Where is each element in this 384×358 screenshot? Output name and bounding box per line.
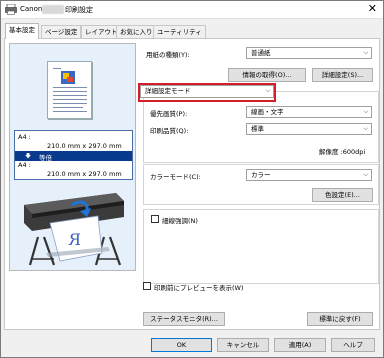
svg-text:R: R [68, 230, 81, 249]
preview-line [53, 99, 87, 100]
page-preview [47, 61, 92, 119]
tab-panel-basic: A4 : 210.0 mm x 297.0 mm 🡇 等倍 A4 : 210.0… [4, 38, 380, 330]
scale-row: 🡇 等倍 [15, 151, 132, 162]
media-type-label: 用紙の種類(Y): [146, 51, 190, 59]
media-type-value: 普通紙 [251, 49, 271, 57]
preview-line [53, 87, 87, 88]
tab-basic-settings[interactable]: 基本設定 [5, 23, 39, 39]
advanced-settings-button[interactable]: 詳細設定(S)... [312, 68, 373, 82]
preview-pane: A4 : 210.0 mm x 297.0 mm 🡇 等倍 A4 : 210.0… [9, 43, 136, 271]
restore-defaults-button[interactable]: 標準に戻す(F) [307, 312, 373, 326]
fine-line-checkbox[interactable] [151, 215, 159, 223]
tab-page-setup[interactable]: ページ設定 [41, 25, 82, 38]
printer-app-icon [5, 4, 17, 15]
tab-utility[interactable]: ユーティリティ [153, 25, 206, 38]
priority-select[interactable]: 線画・文字 ⌵ [246, 106, 372, 118]
source-size-label: A4 : [18, 133, 31, 141]
document-image-icon [61, 71, 75, 84]
color-mode-value: カラー [251, 171, 271, 179]
highlight-box [138, 83, 276, 102]
preview-line [53, 68, 61, 69]
chevron-down-icon: ⌵ [363, 171, 368, 178]
scale-label: 等倍 [39, 154, 52, 162]
apply-button[interactable]: 適用(A) [274, 338, 326, 352]
preview-line [53, 107, 83, 108]
preview-line [53, 91, 87, 92]
help-button[interactable]: ヘルプ [331, 338, 375, 352]
color-mode-select[interactable]: カラー ⌵ [246, 169, 372, 181]
large-format-printer-icon: R [24, 193, 124, 266]
title-bar: Canon 印刷設定 ✕ [1, 1, 383, 19]
preview-before-print-label: 印刷前にプレビューを表示(W) [154, 284, 244, 292]
window-title: 印刷設定 [65, 6, 93, 14]
title-redacted-model [42, 5, 64, 14]
get-info-button[interactable]: 情報の取得(O)... [228, 68, 306, 82]
print-settings-window: Canon 印刷設定 ✕ 基本設定 ページ設定 レイアウト お気に入り ユーティ… [0, 0, 384, 358]
preview-before-print-checkbox[interactable] [143, 282, 151, 290]
print-quality-label: 印刷品質(Q): [150, 127, 189, 135]
ok-button[interactable]: OK [151, 338, 212, 352]
print-quality-select[interactable]: 標準 ⌵ [246, 123, 372, 135]
output-size-label: A4 : [18, 161, 31, 169]
color-mode-label: カラーモード(C): [150, 173, 201, 181]
preview-line [53, 103, 87, 104]
cancel-button[interactable]: キャンセル [217, 338, 269, 352]
output-size-value: 210.0 mm x 297.0 mm [47, 170, 122, 178]
resolution-text: 解像度 :600dpi [319, 148, 366, 156]
preview-line [53, 95, 87, 96]
priority-value: 線画・文字 [251, 108, 284, 116]
priority-label: 優先画質(P): [150, 110, 188, 118]
tab-favorites[interactable]: お気に入り [116, 25, 157, 38]
media-type-select[interactable]: 普通紙 ⌵ [246, 47, 372, 59]
chevron-down-icon: ⌵ [363, 108, 368, 115]
source-size-value: 210.0 mm x 297.0 mm [47, 142, 122, 150]
close-icon[interactable]: ✕ [368, 2, 377, 15]
size-info-box: A4 : 210.0 mm x 297.0 mm 🡇 等倍 A4 : 210.0… [14, 130, 133, 180]
print-quality-value: 標準 [251, 125, 264, 133]
status-monitor-button[interactable]: ステータスモニタ(R)... [143, 312, 225, 326]
dialog-button-bar: OK キャンセル 適用(A) ヘルプ [1, 332, 383, 358]
chevron-down-icon: ⌵ [363, 49, 368, 56]
fine-line-label: 細線強調(N) [162, 217, 198, 225]
chevron-down-icon: ⌵ [363, 125, 368, 132]
window-title-brand: Canon [20, 5, 43, 13]
preview-line [53, 111, 87, 112]
color-settings-button[interactable]: 色設定(E)... [312, 188, 373, 202]
